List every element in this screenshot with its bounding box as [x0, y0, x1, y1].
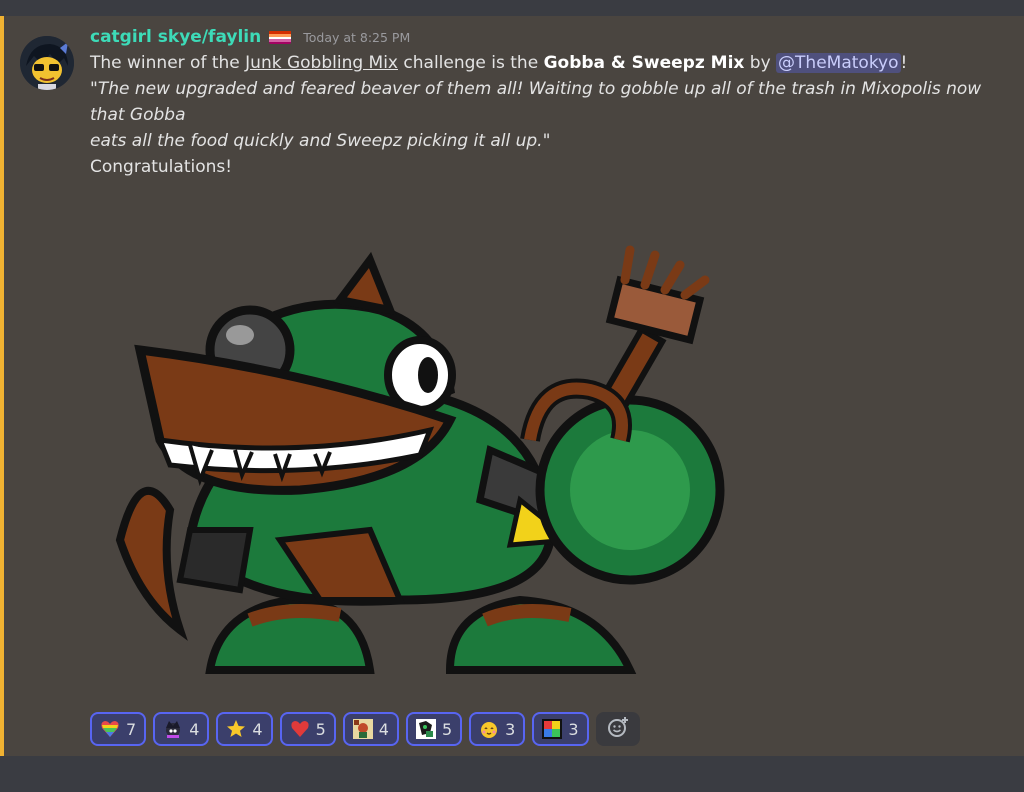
message-header: catgirl skye/faylin Today at 8:25 PM	[90, 24, 410, 50]
red-heart-emoji-icon	[290, 719, 310, 739]
reaction-character[interactable]: 4	[153, 712, 210, 746]
congratulations-text: Congratulations!	[90, 157, 233, 177]
text-segment: challenge is the	[398, 53, 544, 73]
avatar-image	[20, 36, 74, 90]
reactions-bar: 7 4 4 5 4 5 3 3	[90, 712, 640, 746]
text-segment: The winner of the	[90, 53, 246, 73]
add-reaction-button[interactable]	[595, 712, 640, 746]
reaction-count: 4	[378, 719, 389, 739]
reaction-count: 5	[441, 719, 453, 739]
message-line-1: The winner of the Junk Gobbling Mix chal…	[90, 50, 1010, 76]
reaction-count: 3	[505, 719, 516, 739]
reaction-count: 4	[189, 719, 200, 739]
text-segment: !	[900, 53, 908, 73]
quote-line-1: "The new upgraded and feared beaver of t…	[90, 79, 982, 125]
beaver-mix-artwork	[115, 245, 725, 674]
add-emoji-icon	[607, 716, 629, 742]
user-mention[interactable]: @TheMatokyo	[776, 53, 901, 73]
reaction-color-square[interactable]: 3	[532, 712, 589, 746]
bottom-bar	[0, 756, 1024, 792]
character-emoji-icon	[163, 719, 183, 739]
quote-line-2: eats all the food quickly and Sweepz pic…	[90, 131, 551, 151]
message-content: The winner of the Junk Gobbling Mix chal…	[90, 50, 1010, 180]
character-art-emoji-icon	[352, 719, 373, 739]
rainbow-heart-emoji-icon	[100, 719, 120, 739]
star-emoji-icon	[226, 719, 246, 739]
character-art-emoji-2-icon	[415, 719, 436, 739]
pride-flag-icon	[269, 30, 292, 44]
reaction-red-heart[interactable]: 5	[279, 712, 336, 746]
attached-image[interactable]	[100, 240, 740, 700]
reaction-count: 3	[568, 719, 579, 739]
partying-face-emoji-icon	[479, 719, 499, 739]
reaction-character-art-2[interactable]: 5	[405, 712, 463, 746]
highlighted-message: catgirl skye/faylin Today at 8:25 PM The…	[0, 16, 1024, 756]
top-bar	[0, 0, 1024, 16]
author-name[interactable]: catgirl skye/faylin	[90, 27, 261, 47]
reaction-character-art[interactable]: 4	[342, 712, 399, 746]
reaction-count: 4	[252, 719, 263, 739]
winner-name: Gobba & Sweepz Mix	[543, 53, 745, 73]
reaction-partying-face[interactable]: 3	[469, 712, 526, 746]
reaction-rainbow-heart[interactable]: 7	[90, 712, 147, 746]
message-timestamp: Today at 8:25 PM	[303, 29, 411, 45]
reaction-count: 7	[126, 719, 137, 739]
reaction-count: 5	[315, 719, 326, 739]
reaction-star[interactable]: 4	[216, 712, 273, 746]
avatar[interactable]	[20, 36, 74, 90]
color-square-emoji-icon	[542, 719, 563, 739]
challenge-link[interactable]: Junk Gobbling Mix	[245, 53, 398, 73]
text-segment: by	[744, 53, 777, 73]
